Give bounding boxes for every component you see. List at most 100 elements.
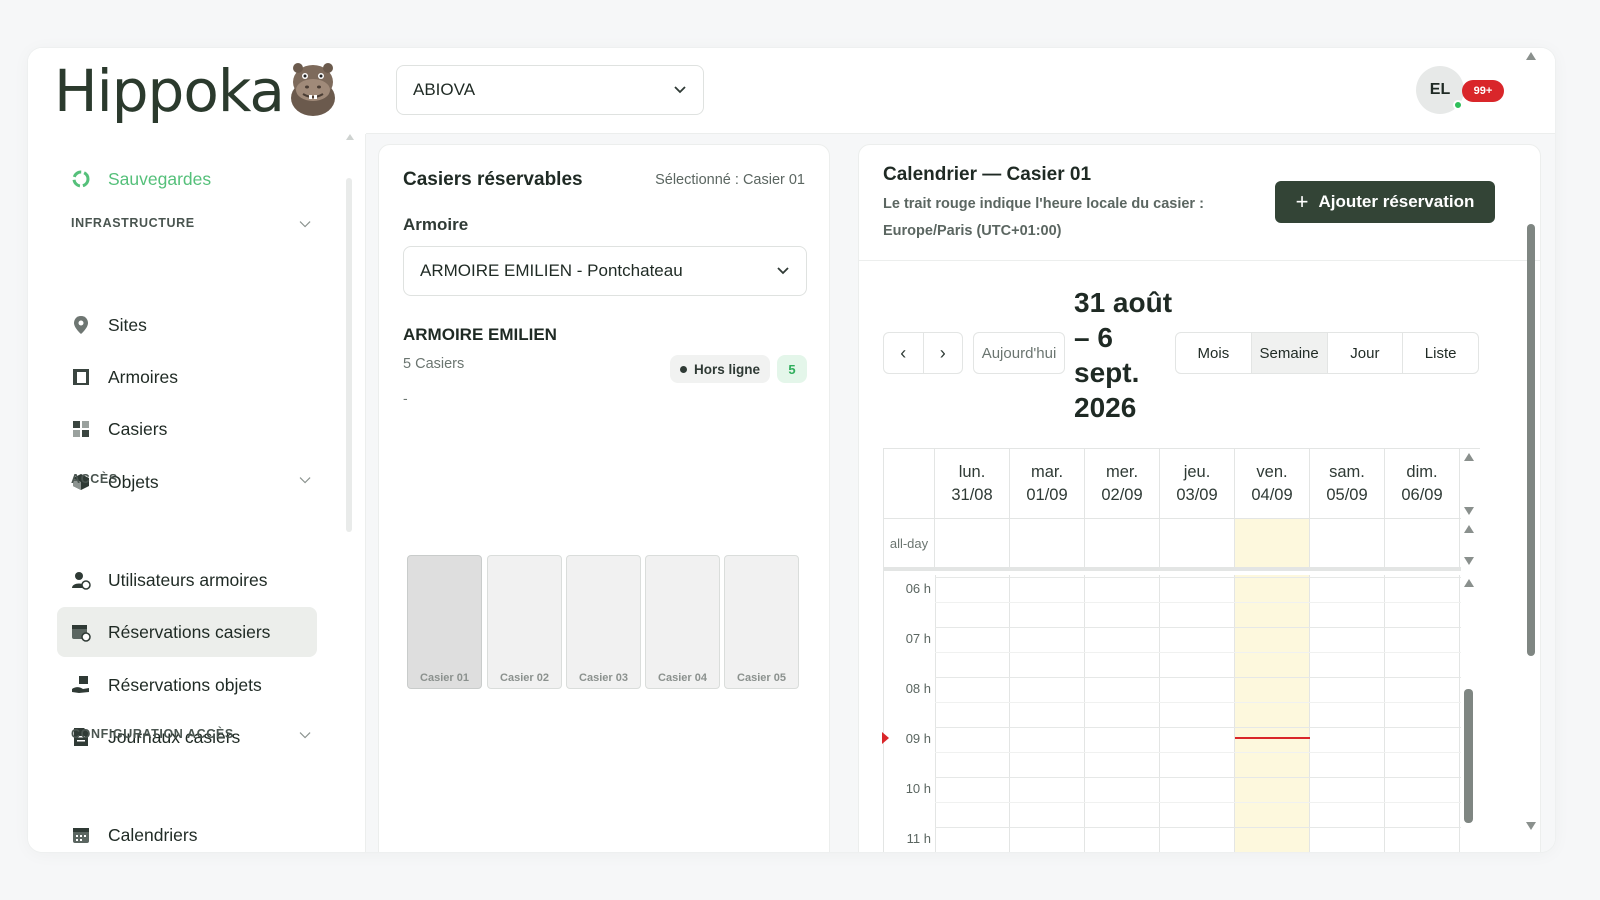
user-initials: EL xyxy=(1429,81,1451,98)
brand-logo[interactable]: Hippoka xyxy=(28,48,366,134)
locker-label: Casier 01 xyxy=(420,672,469,684)
sidebar-item-utilisateurs-armoires[interactable]: Utilisateurs armoires xyxy=(57,555,317,605)
lockers-panel: Casiers réservables Sélectionné : Casier… xyxy=(378,144,830,852)
window-scrollbar[interactable] xyxy=(1527,224,1535,656)
nav-group-infrastructure[interactable]: INFRASTRUCTURE ⌵ xyxy=(71,214,311,231)
day-header[interactable]: dim. 06/09 xyxy=(1385,449,1460,519)
day-column-today[interactable] xyxy=(1235,575,1310,852)
locker-tile[interactable]: Casier 04 xyxy=(645,555,720,689)
brand-name: Hippoka xyxy=(54,57,285,125)
day-column[interactable] xyxy=(1085,575,1160,852)
sidebar-item-casiers[interactable]: Casiers xyxy=(57,404,317,454)
hour-label: 08 h xyxy=(905,681,931,696)
locker-tile[interactable]: Casier 05 xyxy=(724,555,799,689)
locker-tile[interactable]: Casier 02 xyxy=(487,555,562,689)
cabinet-description: - xyxy=(403,390,408,406)
locker-label: Casier 02 xyxy=(500,672,549,684)
day-header[interactable]: jeu. 03/09 xyxy=(1160,449,1235,519)
locker-tile[interactable]: Casier 01 xyxy=(407,555,482,689)
day-column[interactable] xyxy=(1385,575,1460,852)
hour-label: 09 h xyxy=(905,731,931,746)
calendar-nav-buttons: ‹ › xyxy=(883,332,963,374)
calendar-title: Calendrier — Casier 01 xyxy=(883,164,1092,185)
lockers-panel-title: Casiers réservables xyxy=(403,169,583,190)
notification-badge[interactable]: 99+ xyxy=(1462,80,1504,102)
window-scroll-up-icon[interactable] xyxy=(1526,52,1536,60)
calendar-header: Calendrier — Casier 01 Le trait rouge in… xyxy=(859,145,1540,261)
sidebar-item-calendriers[interactable]: Calendriers xyxy=(57,810,317,852)
all-day-cell[interactable] xyxy=(1310,519,1385,567)
window-scroll-down-icon[interactable] xyxy=(1526,822,1536,830)
sidebar-item-reservations-objets[interactable]: Réservations objets xyxy=(57,660,317,710)
day-column[interactable] xyxy=(1310,575,1385,852)
organization-select[interactable]: ABIOVA xyxy=(396,65,704,115)
all-day-cell[interactable] xyxy=(1385,519,1460,567)
all-day-cell[interactable] xyxy=(1085,519,1160,567)
hour-line xyxy=(935,777,1461,778)
all-day-cell-today[interactable] xyxy=(1235,519,1310,567)
day-date: 03/09 xyxy=(1176,486,1218,504)
day-date: 06/09 xyxy=(1401,486,1443,504)
sidebar-item-label: Réservations objets xyxy=(108,674,262,695)
locker-label: Casier 03 xyxy=(579,672,628,684)
add-reservation-button[interactable]: + Ajouter réservation xyxy=(1275,181,1495,223)
nav-group-title: ACCÈS xyxy=(71,471,118,486)
all-day-cell[interactable] xyxy=(1010,519,1085,567)
now-indicator-arrow-icon xyxy=(882,732,889,744)
grid-scroll-down-icon[interactable] xyxy=(1464,507,1474,515)
day-date: 04/09 xyxy=(1251,486,1293,504)
sidebar-scroll-up[interactable] xyxy=(346,134,354,140)
cabinet-field-label: Armoire xyxy=(403,215,469,234)
time-grid-scrollbar[interactable] xyxy=(1464,689,1473,823)
day-column[interactable] xyxy=(935,575,1010,852)
now-indicator-line xyxy=(1235,737,1310,739)
sidebar-item-sauvegardes[interactable]: Sauvegardes xyxy=(57,154,317,204)
day-date: 01/09 xyxy=(1026,486,1068,504)
cabinet-locker-count: 5 Casiers xyxy=(403,356,465,372)
day-column[interactable] xyxy=(1160,575,1235,852)
day-column[interactable] xyxy=(1010,575,1085,852)
today-button[interactable]: Aujourd'hui xyxy=(973,332,1065,374)
chevron-left-icon: ‹ xyxy=(900,342,907,363)
view-list-button[interactable]: Liste xyxy=(1402,333,1478,373)
nav-group-acces[interactable]: ACCÈS ⌵ xyxy=(71,470,311,487)
sidebar-scrollbar[interactable] xyxy=(346,178,352,532)
day-name: lun. xyxy=(958,463,986,481)
locker-tile[interactable]: Casier 03 xyxy=(566,555,641,689)
view-month-button[interactable]: Mois xyxy=(1176,333,1251,373)
nav-group-configuration-acces[interactable]: CONFIGURATION ACCÈS ⌵ xyxy=(71,725,311,742)
week-grid-header: lun. 31/08 mar. 01/09 mer. 02/09 jeu. 03/09 … xyxy=(884,449,1461,519)
day-header[interactable]: lun. 31/08 xyxy=(935,449,1010,519)
half-hour-line xyxy=(935,702,1461,703)
half-hour-line xyxy=(935,752,1461,753)
grid-scroll-up-icon[interactable] xyxy=(1464,453,1474,461)
day-header[interactable]: sam. 05/09 xyxy=(1310,449,1385,519)
prev-week-button[interactable]: ‹ xyxy=(884,333,923,373)
all-day-cell[interactable] xyxy=(1160,519,1235,567)
body-scroll-up-icon[interactable] xyxy=(1464,579,1474,587)
day-date: 02/09 xyxy=(1101,486,1143,504)
sidebar-item-armoires[interactable]: Armoires xyxy=(57,352,317,402)
view-label: Jour xyxy=(1350,344,1380,362)
sidebar-item-label: Utilisateurs armoires xyxy=(108,569,268,590)
cabinet-select[interactable]: ARMOIRE EMILIEN - Pontchateau xyxy=(403,246,807,296)
day-header-today[interactable]: ven. 04/09 xyxy=(1235,449,1310,519)
time-grid-body: 06 h 07 h 08 h 09 h 10 h 11 h xyxy=(882,575,1461,852)
organization-select-value: ABIOVA xyxy=(413,80,476,99)
day-header[interactable]: mer. 02/09 xyxy=(1085,449,1160,519)
sidebar-item-sites[interactable]: Sites xyxy=(57,300,317,350)
hour-label: 11 h xyxy=(906,831,931,846)
top-header: ABIOVA EL 99+ xyxy=(366,48,1555,134)
sidebar: Hippoka Sauvegardes INFRASTRUCTURE ⌵ Sit… xyxy=(28,48,366,852)
allday-scroll-up-icon[interactable] xyxy=(1464,525,1474,533)
view-week-button[interactable]: Semaine xyxy=(1250,333,1327,373)
allday-scroll-down-icon[interactable] xyxy=(1464,557,1474,565)
hour-line xyxy=(935,677,1461,678)
add-reservation-label: Ajouter réservation xyxy=(1318,192,1475,211)
view-day-button[interactable]: Jour xyxy=(1326,333,1403,373)
all-day-cell[interactable] xyxy=(935,519,1010,567)
day-header[interactable]: mar. 01/09 xyxy=(1010,449,1085,519)
next-week-button[interactable]: › xyxy=(922,333,963,373)
sidebar-item-reservations-casiers[interactable]: Réservations casiers xyxy=(57,607,317,657)
view-switcher: Mois Semaine Jour Liste xyxy=(1175,332,1479,374)
